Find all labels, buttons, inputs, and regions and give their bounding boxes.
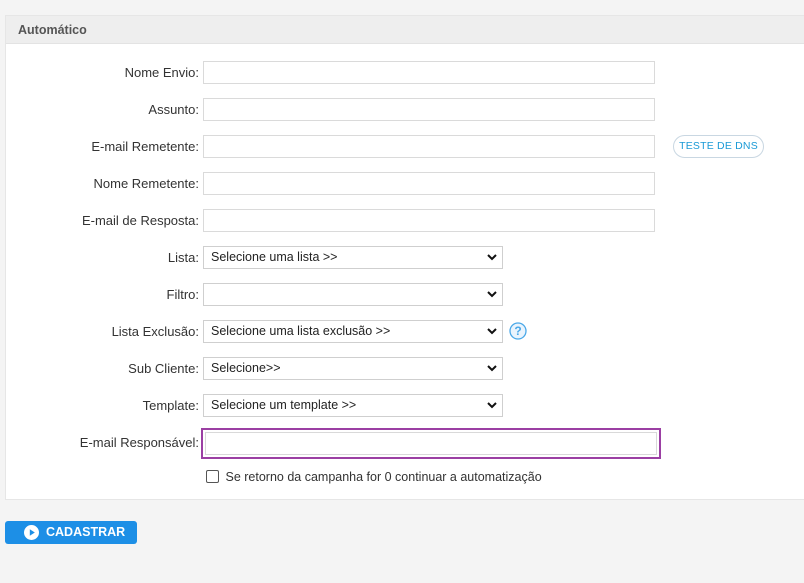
row-nome-envio: Nome Envio: [6, 61, 804, 85]
chevron-down-icon [487, 291, 497, 298]
nome-remetente-input[interactable] [203, 172, 655, 195]
lista-exclusao-label: Lista Exclusão: [111, 324, 199, 339]
teste-dns-button[interactable]: TESTE DE DNS [673, 135, 764, 158]
nome-envio-input[interactable] [203, 61, 655, 84]
continue-automation-label[interactable]: Se retorno da campanha for 0 continuar a… [225, 470, 541, 484]
play-circle-icon [24, 525, 39, 540]
sub-cliente-selected-value: Selecione>> [211, 361, 281, 375]
chevron-down-icon [487, 402, 497, 409]
chevron-down-icon [487, 328, 497, 335]
lista-exclusao-select[interactable]: Selecione uma lista exclusão >> [203, 320, 503, 343]
chevron-down-icon [487, 254, 497, 261]
assunto-label: Assunto: [148, 102, 199, 117]
chevron-down-icon [487, 365, 497, 372]
lista-label: Lista: [167, 250, 199, 265]
template-select[interactable]: Selecione um template >> [203, 394, 503, 417]
email-remetente-input[interactable] [203, 135, 655, 158]
panel-title: Automático [6, 16, 804, 44]
template-selected-value: Selecione um template >> [211, 398, 357, 412]
row-filtro: Filtro: [6, 283, 804, 307]
email-responsavel-inner [205, 432, 657, 455]
assunto-input[interactable] [203, 98, 655, 121]
row-sub-cliente: Sub Cliente: Selecione>> [6, 357, 804, 381]
continue-automation-checkbox[interactable] [206, 470, 219, 483]
cadastrar-button[interactable]: CADASTRAR [5, 521, 137, 544]
template-label: Template: [142, 398, 199, 413]
lista-exclusao-selected-value: Selecione uma lista exclusão >> [211, 324, 391, 338]
lista-select[interactable]: Selecione uma lista >> [203, 246, 503, 269]
nome-remetente-label: Nome Remetente: [93, 176, 200, 191]
row-assunto: Assunto: [6, 98, 804, 122]
row-email-responsavel: E-mail Responsável: [6, 428, 804, 459]
row-lista-exclusao: Lista Exclusão: Selecione uma lista excl… [6, 320, 804, 344]
sub-cliente-label: Sub Cliente: [128, 361, 199, 376]
row-template: Template: Selecione um template >> [6, 394, 804, 418]
email-resposta-input[interactable] [203, 209, 655, 232]
row-email-remetente: E-mail Remetente: TESTE DE DNS [6, 135, 804, 159]
row-nome-remetente: Nome Remetente: [6, 172, 804, 196]
row-email-resposta: E-mail de Resposta: [6, 209, 804, 233]
cadastrar-label: CADASTRAR [46, 525, 126, 539]
email-responsavel-input[interactable] [201, 428, 661, 459]
email-remetente-label: E-mail Remetente: [91, 139, 199, 154]
filtro-label: Filtro: [166, 287, 200, 302]
lista-selected-value: Selecione uma lista >> [211, 250, 338, 264]
nome-envio-label: Nome Envio: [124, 65, 199, 80]
email-responsavel-label: E-mail Responsável: [79, 435, 199, 450]
filtro-select[interactable] [203, 283, 503, 306]
email-resposta-label: E-mail de Resposta: [81, 213, 199, 228]
automatico-panel: Automático Nome Envio: Assunto: E-mail R… [5, 15, 804, 500]
svg-text:?: ? [514, 324, 521, 338]
continue-automation-option: Se retorno da campanha for 0 continuar a… [206, 468, 542, 486]
question-circle-icon[interactable]: ? [509, 322, 527, 340]
sub-cliente-select[interactable]: Selecione>> [203, 357, 503, 380]
row-lista: Lista: Selecione uma lista >> [6, 246, 804, 270]
